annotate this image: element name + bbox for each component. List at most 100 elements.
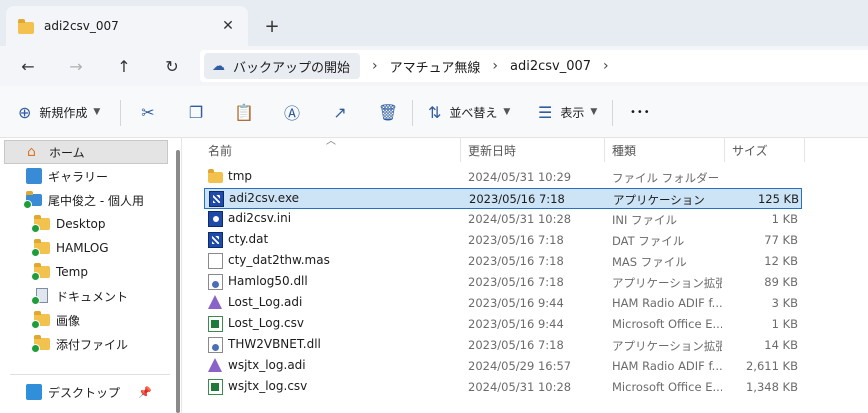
file-name: wsjtx_log.csv [228, 379, 308, 393]
file-row[interactable]: cty.dat 2023/05/16 7:18 DAT ファイル 77 KB [204, 230, 802, 251]
address-bar[interactable]: ☁ バックアップの開始 › アマチュア無線 › adi2csv_007 › [200, 50, 868, 82]
file-row[interactable]: wsjtx_log.csv 2024/05/31 10:28 Microsoft O… [204, 377, 802, 398]
sidebar-item-label: ドキュメント [56, 289, 129, 304]
column-header-name[interactable]: 名前 [208, 138, 232, 162]
file-row[interactable]: adi2csv.ini 2024/05/31 10:28 INI ファイル 1 KB [204, 209, 802, 230]
refresh-button[interactable]: ↻ [158, 52, 186, 80]
tab-adi2csv[interactable]: adi2csv_007 ✕ [6, 6, 248, 46]
desktop-icon [26, 384, 42, 400]
close-icon[interactable]: ✕ [218, 16, 238, 36]
onedrive-icon [23, 191, 42, 209]
chevron-down-icon: ▼ [93, 107, 101, 117]
folder-icon [31, 335, 50, 353]
file-row[interactable]: Lost_Log.csv 2023/05/16 9:44 Microsoft Off… [204, 314, 802, 335]
tab-title: adi2csv_007 [44, 19, 119, 33]
copy-icon[interactable]: ❐ [184, 100, 208, 124]
file-size: 1,348 KB [745, 380, 798, 394]
file-type: Microsoft Office E... [612, 317, 722, 331]
sidebar-item-hamlog[interactable]: HAMLOG [4, 236, 168, 260]
file-name: Lost_Log.csv [228, 316, 304, 330]
sidebar-item-desktop[interactable]: Desktop [4, 212, 168, 236]
file-date: 2024/05/31 10:29 [468, 170, 572, 184]
delete-icon[interactable]: 🗑 [376, 100, 400, 124]
folder-icon [31, 311, 50, 329]
sort-label: 並べ替え [449, 105, 498, 120]
sidebar-item-gallery[interactable]: ギャラリー [4, 164, 168, 188]
sidebar-item-attachments[interactable]: 添付ファイル [4, 332, 168, 356]
file-type: HAM Radio ADIF f... [612, 359, 722, 373]
file-date: 2023/05/16 7:18 [469, 192, 565, 206]
column-divider[interactable] [604, 138, 605, 162]
sort-button[interactable]: ⇅ 並べ替え ▼ [428, 98, 510, 126]
doc-file-icon [208, 253, 223, 269]
chevron-right-icon[interactable]: › [492, 58, 498, 74]
pin-icon[interactable]: 📌 [138, 386, 152, 399]
file-date: 2024/05/31 10:28 [468, 380, 572, 394]
column-header-size[interactable]: サイズ [732, 138, 768, 162]
column-divider[interactable] [460, 138, 461, 162]
file-row[interactable]: Lost_Log.adi 2023/05/16 9:44 HAM Radio ADI… [204, 293, 802, 314]
file-name: Lost_Log.adi [228, 295, 303, 309]
folder-file-icon [208, 169, 223, 183]
more-options-button[interactable]: ••• [630, 98, 651, 126]
file-size: 3 KB [771, 296, 798, 310]
chevron-right-icon[interactable]: › [372, 58, 378, 74]
chevron-down-icon: ▼ [590, 107, 598, 117]
sidebar-item-label: 画像 [56, 313, 81, 328]
file-name: THW2VBNET.dll [228, 337, 321, 351]
sidebar-item-label: 尾中俊之 - 個人用 [48, 193, 144, 208]
toolbar-divider [412, 100, 413, 126]
file-row[interactable]: cty_dat2thw.mas 2023/05/16 7:18 MAS ファイル 12… [204, 251, 802, 272]
paste-icon[interactable]: 📋 [232, 100, 256, 124]
file-date: 2024/05/31 10:28 [468, 212, 572, 226]
column-divider[interactable] [724, 138, 725, 162]
sidebar-item-pictures[interactable]: 画像 [4, 308, 168, 332]
folder-icon [31, 263, 50, 281]
rename-icon[interactable]: Ⓐ [280, 100, 304, 124]
chevron-right-icon[interactable]: › [603, 58, 609, 74]
breadcrumb-current-folder[interactable]: adi2csv_007 [510, 59, 591, 74]
tab-bar: adi2csv_007 ✕ + [0, 0, 868, 46]
column-divider[interactable] [804, 138, 805, 162]
back-button[interactable]: ← [14, 52, 42, 80]
file-row[interactable]: wsjtx_log.adi 2024/05/29 16:57 HAM Radio A… [204, 356, 802, 377]
new-tab-button[interactable]: + [258, 12, 286, 40]
file-row[interactable]: tmp 2024/05/31 10:29 ファイル フォルダー [204, 167, 802, 188]
column-header-type[interactable]: 種類 [612, 138, 636, 162]
new-button[interactable]: ⊕ 新規作成 ▼ [18, 98, 100, 126]
exe-file-icon [208, 232, 223, 248]
cut-icon[interactable]: ✂ [136, 100, 160, 124]
up-button[interactable]: ↑ [110, 52, 138, 80]
file-row[interactable]: Hamlog50.dll 2023/05/16 7:18 アプリケーション拡張 89 … [204, 272, 802, 293]
view-icon: ☰ [538, 102, 553, 122]
sidebar-item-desktop-pinned[interactable]: デスクトップ 📌 [4, 380, 168, 404]
chevron-down-icon: ▼ [503, 107, 511, 117]
breadcrumb-backup[interactable]: ☁ バックアップの開始 [204, 53, 361, 79]
file-name: Hamlog50.dll [228, 274, 308, 288]
file-type: アプリケーション拡張 [612, 339, 722, 353]
file-type: ファイル フォルダー [612, 171, 720, 185]
file-date: 2023/05/16 7:18 [468, 233, 564, 247]
column-header-date[interactable]: 更新日時 [468, 138, 516, 162]
file-date: 2023/05/16 7:18 [468, 254, 564, 268]
sidebar-divider [10, 374, 170, 375]
file-row[interactable]: THW2VBNET.dll 2023/05/16 7:18 アプリケーション拡張 14… [204, 335, 802, 356]
breadcrumb-amateur-radio[interactable]: アマチュア無線 [390, 57, 481, 76]
sidebar-item-label: HAMLOG [56, 241, 109, 255]
sidebar-item-temp[interactable]: Temp [4, 260, 168, 284]
view-button[interactable]: ☰ 表示 ▼ [538, 98, 597, 126]
file-size: 2,611 KB [745, 359, 798, 373]
file-name: tmp [228, 169, 253, 183]
onedrive-sync-icon: ☁ [212, 58, 225, 74]
file-date: 2024/05/29 16:57 [468, 359, 572, 373]
share-icon[interactable]: ↗ [328, 100, 352, 124]
new-label: 新規作成 [39, 105, 88, 120]
file-row[interactable]: adi2csv.exe 2023/05/16 7:18 アプリケーション 125 KB [204, 188, 802, 209]
sidebar-item-home[interactable]: ⌂ ホーム [4, 140, 168, 164]
sidebar-scrollbar[interactable] [176, 150, 180, 413]
sidebar-item-onedrive[interactable]: 尾中俊之 - 個人用 [4, 188, 168, 212]
file-date: 2023/05/16 9:44 [468, 317, 564, 331]
file-name: adi2csv.exe [229, 191, 300, 205]
forward-button[interactable]: → [62, 52, 90, 80]
sidebar-item-documents[interactable]: ドキュメント [4, 284, 168, 308]
